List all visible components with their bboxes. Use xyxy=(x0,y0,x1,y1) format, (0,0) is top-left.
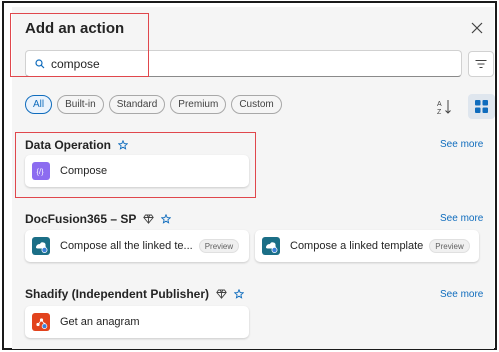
filter-pill-built-in[interactable]: Built-in xyxy=(57,95,104,114)
see-more-link[interactable]: See more xyxy=(440,289,483,300)
dialog-title: Add an action xyxy=(25,20,125,37)
preview-badge: Preview xyxy=(198,239,240,253)
filter-icon xyxy=(475,59,487,69)
see-more-link[interactable]: See more xyxy=(440,213,483,224)
sort-button[interactable]: A Z xyxy=(436,98,456,116)
action-card-compose-all-linked[interactable]: Compose all the linked te... Preview xyxy=(25,230,249,262)
section-header-docfusion365: DocFusion365 – SP xyxy=(25,212,172,226)
action-card-compose-linked-template[interactable]: Compose a linked template Preview xyxy=(255,230,479,262)
search-input[interactable] xyxy=(51,56,431,71)
star-icon[interactable] xyxy=(161,214,172,224)
sort-az-icon: A Z xyxy=(437,100,451,116)
filter-pill-all[interactable]: All xyxy=(25,95,53,114)
add-action-panel: Add an action All Built-in Standard Prem… xyxy=(12,7,495,349)
star-icon[interactable] xyxy=(234,289,245,299)
action-card-label: Compose xyxy=(60,165,108,177)
action-card-compose[interactable]: {/} Compose xyxy=(25,155,249,187)
docfusion-icon xyxy=(262,237,280,255)
filter-button[interactable] xyxy=(468,51,494,77)
section-title: Data Operation xyxy=(25,138,112,152)
action-card-label: Compose a linked template xyxy=(290,240,424,252)
filter-pill-standard[interactable]: Standard xyxy=(108,95,166,114)
star-icon[interactable] xyxy=(118,140,129,150)
window-frame: Add an action All Built-in Standard Prem… xyxy=(2,1,497,350)
shadify-icon xyxy=(32,313,50,331)
compose-icon: {/} xyxy=(32,162,50,180)
see-more-link[interactable]: See more xyxy=(440,139,483,150)
svg-text:Z: Z xyxy=(437,109,442,116)
section-header-data-operation: Data Operation xyxy=(25,138,129,152)
grid-view-button[interactable] xyxy=(468,94,495,119)
premium-diamond-icon xyxy=(143,214,155,224)
section-title: Shadify (Independent Publisher) xyxy=(25,287,210,301)
close-icon xyxy=(471,22,483,34)
premium-diamond-icon xyxy=(216,289,227,299)
action-card-label: Compose all the linked te... xyxy=(60,240,193,252)
filter-pill-premium[interactable]: Premium xyxy=(170,95,227,114)
action-card-label: Get an anagram xyxy=(60,316,140,328)
filter-pill-custom[interactable]: Custom xyxy=(231,95,282,114)
svg-text:A: A xyxy=(437,101,442,108)
grid-view-icon xyxy=(475,100,488,113)
preview-badge: Preview xyxy=(429,239,470,253)
docfusion-icon xyxy=(32,237,50,255)
category-filters: All Built-in Standard Premium Custom xyxy=(25,95,282,114)
close-button[interactable] xyxy=(467,18,487,38)
section-title: DocFusion365 – SP xyxy=(25,212,137,226)
search-icon xyxy=(35,58,45,68)
section-header-shadify: Shadify (Independent Publisher) xyxy=(25,287,245,301)
action-card-get-anagram[interactable]: Get an anagram xyxy=(25,306,249,338)
search-box[interactable] xyxy=(25,50,462,77)
svg-text:{/}: {/} xyxy=(37,167,45,176)
